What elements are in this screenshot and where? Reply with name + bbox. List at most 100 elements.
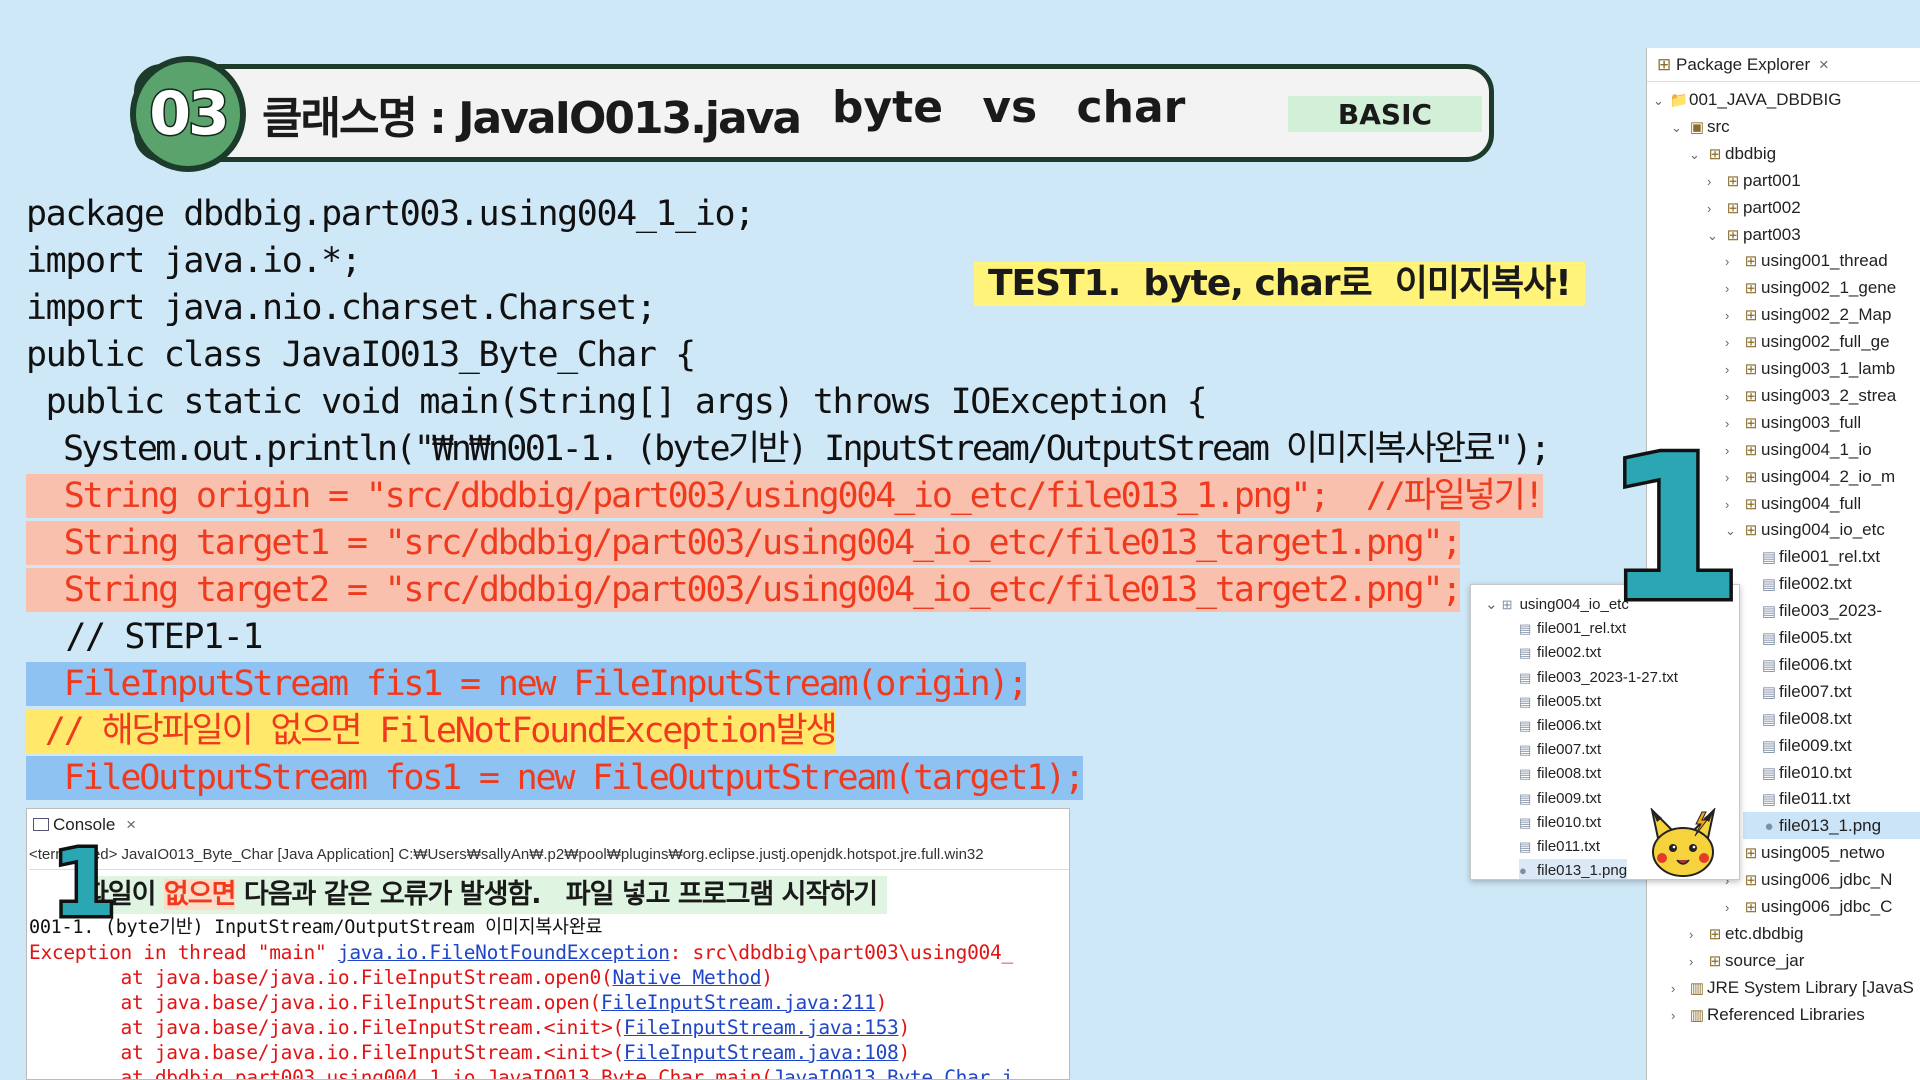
tree-item[interactable]: ▤ file003_2023- xyxy=(1743,597,1920,624)
expand-arrow-icon[interactable]: › xyxy=(1707,168,1723,195)
tree-item[interactable]: ▤ file002.txt xyxy=(1743,570,1920,597)
tree-item[interactable]: › ⊞ using004_full xyxy=(1725,490,1920,517)
expand-arrow-icon[interactable]: ⌄ xyxy=(1707,222,1723,249)
expand-arrow-icon[interactable]: › xyxy=(1725,356,1741,383)
exception-link[interactable]: java.io.FileNotFoundException xyxy=(338,941,670,964)
package-icon: ⊞ xyxy=(1744,468,1758,486)
console-tab[interactable]: Console × xyxy=(27,809,1069,841)
tree-item-label: dbdbig xyxy=(1725,143,1777,163)
stack-prefix: at java.base/java.io.FileInputStream.ope… xyxy=(29,991,602,1014)
code-line-target2: String target2 = "src/dbdbig/part003/usi… xyxy=(26,568,1462,612)
console-icon xyxy=(33,818,49,831)
expand-arrow-icon[interactable]: › xyxy=(1671,1002,1687,1029)
tree-item[interactable]: › ⊞ using001_thread xyxy=(1725,247,1920,274)
stack-link[interactable]: FileInputStream.java:211 xyxy=(601,991,876,1014)
package-icon: ⊞ xyxy=(1726,172,1740,190)
expand-arrow-icon[interactable]: › xyxy=(1725,248,1741,275)
inset-item-label: file013_1.png xyxy=(1537,862,1628,880)
tree-item[interactable]: ▤ file010.txt xyxy=(1743,759,1920,786)
tree-item[interactable]: ▤ file007.txt xyxy=(1743,678,1920,705)
tree-item-label: using002_full_ge xyxy=(1761,332,1890,352)
file-icon: ▤ xyxy=(1761,791,1777,809)
tree-item-label: file001_rel.txt xyxy=(1779,547,1881,567)
tree-item[interactable]: ⌄ 📁001_JAVA_DBDBIG xyxy=(1653,86,1920,113)
expand-arrow-icon[interactable]: › xyxy=(1725,329,1741,356)
tree-item-label: file009.txt xyxy=(1779,735,1852,755)
tree-item[interactable]: › ⊞ using006_jdbc_C xyxy=(1725,893,1920,920)
expand-arrow-icon[interactable]: › xyxy=(1725,383,1741,410)
tree-item[interactable]: ▤ file005.txt xyxy=(1743,624,1920,651)
stack-line: at java.base/java.io.FileInputStream.ope… xyxy=(29,965,773,990)
tree-item[interactable]: › ⊞ source_jar xyxy=(1689,947,1920,974)
package-icon: ⊞ xyxy=(1744,307,1758,325)
tree-item[interactable]: › ▥ JRE System Library [JavaS xyxy=(1671,974,1920,1001)
close-icon[interactable]: × xyxy=(126,815,136,834)
expand-arrow-icon[interactable]: ⌄ xyxy=(1653,87,1669,114)
console-view: Console × <terminated> JavaIO013_Byte_Ch… xyxy=(26,808,1070,1080)
tree-item[interactable]: ⌄ ⊞ using004_io_etc xyxy=(1725,516,1920,543)
stack-link[interactable]: FileInputStream.java:108 xyxy=(624,1041,899,1064)
tree-item[interactable]: ▤ file006.txt xyxy=(1743,651,1920,678)
file-icon: ▤ xyxy=(1519,693,1532,709)
tree-item[interactable]: › ⊞ using002_full_ge xyxy=(1725,328,1920,355)
file-icon: ▤ xyxy=(1519,645,1532,661)
annotation-highlight: 없으면 xyxy=(163,879,236,910)
expand-arrow-icon[interactable]: ⌄ xyxy=(1671,114,1687,141)
tree-item[interactable]: › ▥ Referenced Libraries xyxy=(1671,1001,1920,1028)
project-icon: 📁 xyxy=(1669,92,1689,109)
file-icon: ▤ xyxy=(1519,742,1532,758)
tree-item[interactable]: › ⊞ part002 xyxy=(1707,194,1920,221)
tree-item[interactable]: ⌄ ▣ src xyxy=(1671,113,1920,140)
inset-item-label: file007.txt xyxy=(1537,741,1602,759)
tree-item[interactable]: › ⊞ using002_2_Map xyxy=(1725,301,1920,328)
package-explorer-label: Package Explorer xyxy=(1675,55,1811,74)
package-icon: ⊞ xyxy=(1744,845,1758,863)
package-explorer-tab[interactable]: ⊞ Package Explorer × xyxy=(1647,48,1920,82)
stack-link[interactable]: JavaIO013_Byte_Char.j xyxy=(773,1066,1014,1079)
code-line-fis: FileInputStream fis1 = new FileInputStre… xyxy=(26,662,1028,706)
tree-item[interactable]: ● file013_1.png xyxy=(1743,812,1920,840)
expand-arrow-icon[interactable]: › xyxy=(1671,975,1687,1002)
tree-item[interactable]: › ⊞ using006_jdbc_N xyxy=(1725,866,1920,893)
expand-arrow-icon[interactable]: › xyxy=(1725,894,1741,921)
tree-item[interactable]: ⌄ ⊞ part003 xyxy=(1707,221,1920,248)
package-icon: ⊞ xyxy=(1726,226,1740,244)
tree-item-label: part002 xyxy=(1743,197,1801,217)
level-badge: BASIC xyxy=(1288,96,1482,132)
package-icon: ⊞ xyxy=(1726,199,1740,217)
image-file-icon: ● xyxy=(1764,818,1774,836)
tree-item[interactable]: ▤ file011.txt xyxy=(1743,785,1920,812)
tree-item[interactable]: ⌄ ⊞ dbdbig xyxy=(1689,140,1920,167)
tree-item[interactable]: ›⊞using005_netwo xyxy=(1725,839,1920,866)
tree-item[interactable]: › ⊞ using003_full xyxy=(1725,409,1920,436)
tree-item[interactable]: › ⊞ using003_1_lamb xyxy=(1725,355,1920,382)
expand-arrow-icon[interactable]: › xyxy=(1707,195,1723,222)
tree-item-label: using003_full xyxy=(1761,412,1862,432)
tree-item[interactable]: › ⊞ part001 xyxy=(1707,167,1920,194)
tree-item[interactable]: ▤ file009.txt xyxy=(1743,732,1920,759)
expand-arrow-icon[interactable]: › xyxy=(1689,948,1705,975)
tree-item[interactable]: ▤ file008.txt xyxy=(1743,705,1920,732)
tree-item-label: file013_1.png xyxy=(1779,816,1882,836)
stack-line: at dbdbig.part003.using004_1_io.JavaIO01… xyxy=(29,1065,1014,1079)
expand-arrow-icon[interactable]: › xyxy=(1689,921,1705,948)
tree-item[interactable]: › ⊞ using004_2_io_m xyxy=(1725,463,1920,490)
tree-item-label: Referenced Libraries xyxy=(1707,1004,1865,1024)
file-icon: ▤ xyxy=(1761,710,1777,728)
package-icon: ⊞ xyxy=(1744,387,1758,405)
stack-link[interactable]: FileInputStream.java:153 xyxy=(624,1016,899,1039)
expand-arrow-icon[interactable]: › xyxy=(1725,275,1741,302)
tree-item[interactable]: › ⊞ etc.dbdbig xyxy=(1689,920,1920,947)
close-icon[interactable]: × xyxy=(1819,55,1829,74)
tree-item[interactable]: › ⊞ using002_1_gene xyxy=(1725,274,1920,301)
package-icon: ⊞ xyxy=(1744,334,1758,352)
stack-link[interactable]: Native Method xyxy=(612,966,761,989)
tree-item[interactable]: ▤ file001_rel.txt xyxy=(1743,543,1920,570)
expand-arrow-icon[interactable]: ⌄ xyxy=(1689,141,1705,168)
tree-item-label: source_jar xyxy=(1725,950,1805,970)
inset-tree-item: ▤ file002.txt xyxy=(1519,641,1601,665)
tree-item[interactable]: › ⊞ using003_2_strea xyxy=(1725,382,1920,409)
tree-item[interactable]: › ⊞ using004_1_io xyxy=(1725,436,1920,463)
inset-tree-item: ▤ file006.txt xyxy=(1519,714,1601,738)
expand-arrow-icon[interactable]: › xyxy=(1725,302,1741,329)
